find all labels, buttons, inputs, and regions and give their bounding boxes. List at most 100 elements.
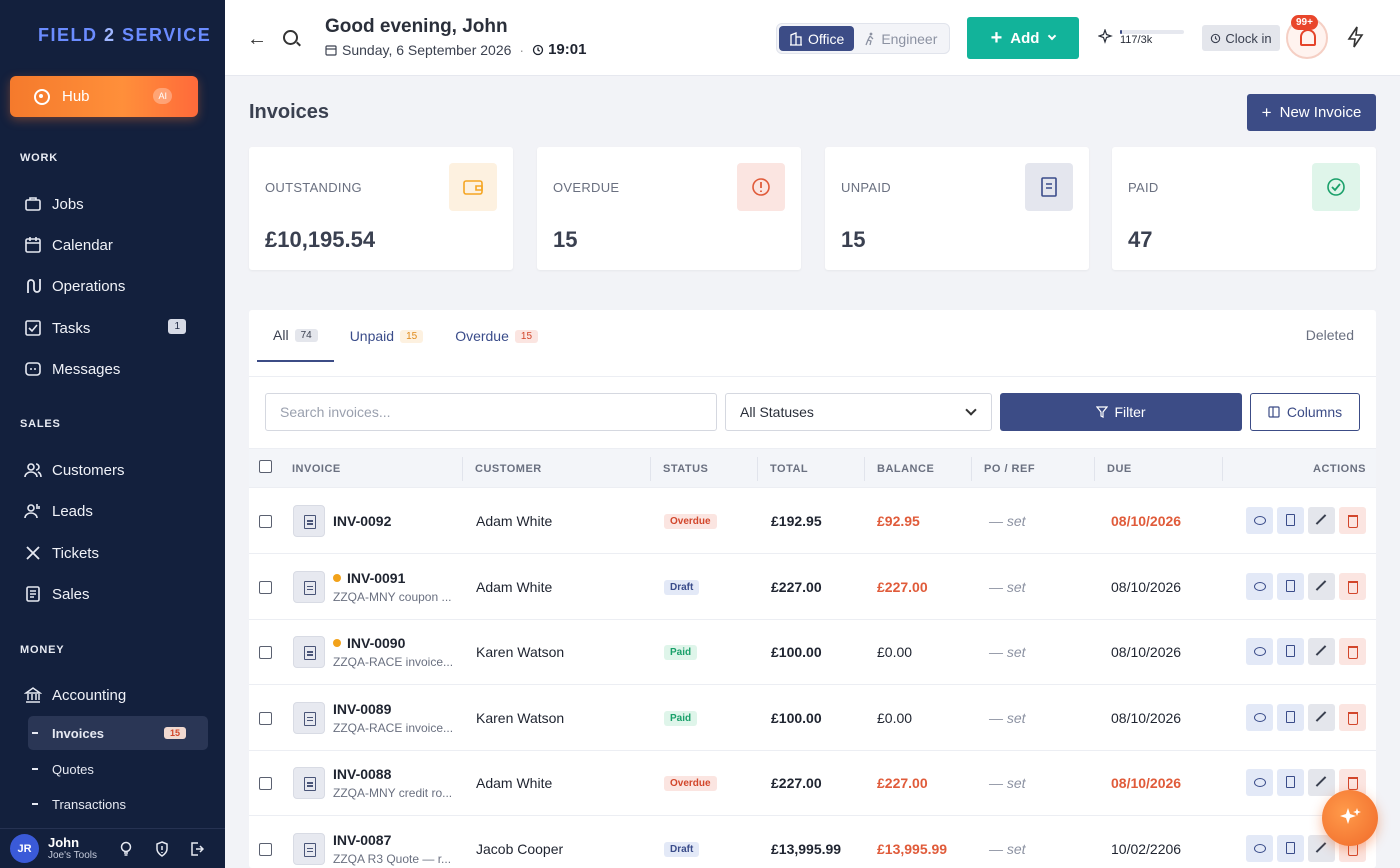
pdf-icon[interactable]	[1277, 769, 1304, 796]
edit-pencil-icon[interactable]	[1308, 769, 1335, 796]
sidebar-item-jobs[interactable]: Jobs	[24, 192, 204, 216]
filter-button[interactable]: Filter	[1000, 393, 1242, 431]
col-customer[interactable]: CUSTOMER	[475, 463, 542, 475]
table-row[interactable]: INV-0089 ZZQA-RACE invoice... Karen Watson…	[249, 686, 1376, 751]
customer-name[interactable]: Adam White	[476, 775, 552, 791]
sidebar-item-operations[interactable]: Operations	[24, 274, 204, 298]
sidebar-item-calendar[interactable]: Calendar	[24, 233, 204, 257]
lightbulb-icon[interactable]	[119, 841, 133, 857]
po-reference[interactable]: — set	[989, 775, 1026, 791]
edit-pencil-icon[interactable]	[1308, 572, 1335, 600]
tab-deleted[interactable]: Deleted	[1306, 327, 1354, 343]
shield-icon[interactable]	[155, 841, 169, 857]
new-invoice-button[interactable]: + New Invoice	[1247, 94, 1376, 131]
view-eye-icon[interactable]	[1246, 703, 1273, 731]
mode-engineer[interactable]: Engineer	[854, 26, 947, 51]
table-row[interactable]: INV-0090 ZZQA-RACE invoice... Karen Watson…	[249, 620, 1376, 685]
stat-paid[interactable]: PAID 47	[1112, 147, 1376, 270]
view-eye-icon[interactable]	[1246, 572, 1273, 600]
po-reference[interactable]: — set	[989, 579, 1026, 595]
sidebar-item-leads[interactable]: Leads	[24, 499, 204, 523]
view-eye-icon[interactable]	[1246, 834, 1273, 862]
notifications-button[interactable]: 99+	[1286, 15, 1328, 59]
clock-in-button[interactable]: Clock in	[1202, 25, 1280, 51]
tab-all[interactable]: All 74	[257, 310, 334, 362]
delete-trash-icon[interactable]	[1339, 703, 1366, 731]
invoice-number[interactable]: INV-0089	[333, 701, 391, 717]
edit-pencil-icon[interactable]	[1308, 638, 1335, 665]
sidebar-item-messages[interactable]: Messages	[24, 357, 204, 381]
col-balance[interactable]: BALANCE	[877, 463, 934, 475]
col-total[interactable]: TOTAL	[770, 463, 808, 475]
customer-name[interactable]: Karen Watson	[476, 644, 564, 660]
sidebar-item-customers[interactable]: Customers	[24, 458, 204, 482]
select-all-checkbox[interactable]	[259, 460, 272, 473]
columns-button[interactable]: Columns	[1250, 393, 1360, 431]
lightning-icon[interactable]	[1347, 26, 1365, 54]
row-checkbox[interactable]	[259, 580, 272, 594]
customer-name[interactable]: Jacob Cooper	[476, 841, 563, 857]
pdf-icon[interactable]	[1277, 507, 1304, 534]
invoice-number[interactable]: INV-0088	[333, 766, 391, 782]
search-input[interactable]: Search invoices...	[265, 393, 717, 431]
edit-pencil-icon[interactable]	[1308, 703, 1335, 731]
table-row[interactable]: INV-0091 ZZQA-MNY coupon ... Adam White Dra…	[249, 555, 1376, 620]
pdf-icon[interactable]	[1277, 703, 1304, 731]
view-eye-icon[interactable]	[1246, 507, 1273, 534]
app-logo[interactable]: FIELD 2 SERVICE	[38, 25, 211, 46]
invoice-number[interactable]: INV-0091	[333, 570, 405, 586]
view-eye-icon[interactable]	[1246, 769, 1273, 796]
pdf-icon[interactable]	[1277, 834, 1304, 862]
ai-usage[interactable]: 117/3k	[1098, 28, 1184, 46]
sidebar-item-tickets[interactable]: Tickets	[24, 541, 204, 565]
invoice-number[interactable]: INV-0090	[333, 635, 405, 651]
stat-unpaid[interactable]: UNPAID 15	[825, 147, 1089, 270]
po-reference[interactable]: — set	[989, 644, 1026, 660]
delete-trash-icon[interactable]	[1339, 572, 1366, 600]
mode-office[interactable]: Office	[779, 26, 855, 51]
sidebar-item-quotes[interactable]: Quotes	[28, 752, 208, 786]
row-checkbox[interactable]	[259, 777, 272, 790]
po-reference[interactable]: — set	[989, 513, 1026, 529]
search-icon[interactable]	[283, 30, 298, 45]
sidebar-item-transactions[interactable]: Transactions	[28, 787, 208, 821]
sidebar-item-sales[interactable]: Sales	[24, 582, 204, 606]
tab-overdue[interactable]: Overdue 15	[439, 310, 554, 362]
view-eye-icon[interactable]	[1246, 638, 1273, 665]
row-checkbox[interactable]	[259, 842, 272, 856]
stat-overdue[interactable]: OVERDUE 15	[537, 147, 801, 270]
stat-outstanding[interactable]: OUTSTANDING £10,195.54	[249, 147, 513, 270]
customer-name[interactable]: Adam White	[476, 579, 552, 595]
status-select[interactable]: All Statuses	[725, 393, 992, 431]
table-row[interactable]: INV-0092 Adam White Overdue £192.95 £92.95 — …	[249, 489, 1376, 554]
tab-unpaid[interactable]: Unpaid 15	[334, 310, 440, 362]
delete-trash-icon[interactable]	[1339, 507, 1366, 534]
pdf-icon[interactable]	[1277, 638, 1304, 665]
hub-button[interactable]: Hub AI	[10, 76, 198, 117]
po-reference[interactable]: — set	[989, 710, 1026, 726]
customer-name[interactable]: Karen Watson	[476, 710, 564, 726]
row-checkbox[interactable]	[259, 711, 272, 725]
row-checkbox[interactable]	[259, 515, 272, 528]
po-reference[interactable]: — set	[989, 841, 1026, 857]
sidebar-item-invoices[interactable]: Invoices 15	[28, 716, 208, 750]
invoice-number[interactable]: INV-0087	[333, 832, 391, 848]
edit-pencil-icon[interactable]	[1308, 507, 1335, 534]
delete-trash-icon[interactable]	[1339, 638, 1366, 665]
ai-assistant-button[interactable]	[1322, 790, 1378, 846]
table-row[interactable]: INV-0088 ZZQA-MNY credit ro... Adam White O…	[249, 751, 1376, 816]
table-row[interactable]: INV-0087 ZZQA R3 Quote — r... Jacob Cooper…	[249, 817, 1376, 868]
logout-icon[interactable]	[190, 841, 204, 857]
col-invoice[interactable]: INVOICE	[292, 463, 341, 475]
sidebar-item-accounting[interactable]: Accounting	[24, 683, 204, 707]
pdf-icon[interactable]	[1277, 572, 1304, 600]
avatar[interactable]: JR	[10, 834, 39, 863]
invoice-number[interactable]: INV-0092	[333, 513, 391, 529]
col-status[interactable]: STATUS	[663, 463, 708, 475]
col-due[interactable]: DUE	[1107, 463, 1132, 475]
col-po-ref[interactable]: PO / REF	[984, 463, 1035, 475]
customer-name[interactable]: Adam White	[476, 513, 552, 529]
back-arrow-icon[interactable]: ←	[247, 28, 267, 51]
sidebar-item-tasks[interactable]: Tasks 1	[24, 316, 204, 340]
row-checkbox[interactable]	[259, 646, 272, 659]
